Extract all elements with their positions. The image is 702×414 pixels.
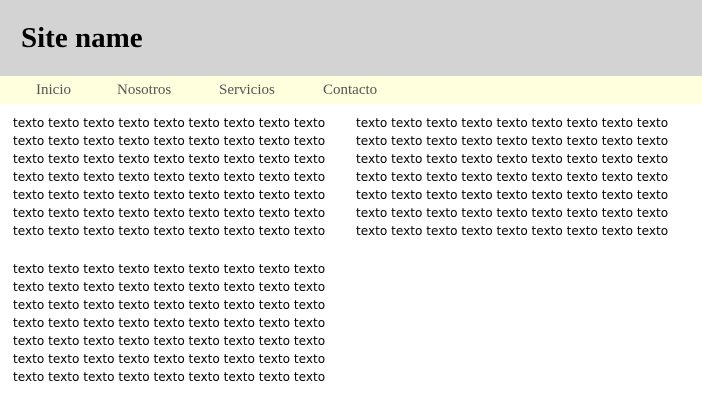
text-block-3: texto texto texto texto texto texto text…: [13, 260, 343, 386]
text-line: texto texto texto texto texto texto text…: [356, 206, 669, 220]
nav-item-contacto[interactable]: Contacto: [323, 81, 377, 99]
text-line: texto texto texto texto texto texto text…: [13, 352, 326, 366]
site-header: Site name: [0, 0, 702, 76]
text-block-2: texto texto texto texto texto texto text…: [356, 114, 686, 240]
text-line: texto texto texto texto texto texto text…: [356, 134, 669, 148]
nav-item-inicio[interactable]: Inicio: [36, 81, 71, 99]
nav-item-nosotros[interactable]: Nosotros: [117, 81, 171, 99]
text-line: texto texto texto texto texto texto text…: [13, 316, 326, 330]
text-line: texto texto texto texto texto texto text…: [356, 116, 669, 130]
text-line: texto texto texto texto texto texto text…: [13, 134, 326, 148]
text-line: texto texto texto texto texto texto text…: [13, 370, 326, 384]
text-line: texto texto texto texto texto texto text…: [13, 116, 326, 130]
text-line: texto texto texto texto texto texto text…: [13, 188, 326, 202]
nav-item-servicios[interactable]: Servicios: [219, 81, 275, 99]
text-line: texto texto texto texto texto texto text…: [13, 152, 326, 166]
text-line: texto texto texto texto texto texto text…: [356, 152, 669, 166]
text-line: texto texto texto texto texto texto text…: [13, 170, 326, 184]
site-name: Site name: [21, 22, 143, 54]
text-line: texto texto texto texto texto texto text…: [356, 224, 669, 238]
main-nav: Inicio Nosotros Servicios Contacto: [0, 76, 702, 104]
text-block-1: texto texto texto texto texto texto text…: [13, 114, 343, 240]
text-line: texto texto texto texto texto texto text…: [13, 206, 326, 220]
text-line: texto texto texto texto texto texto text…: [13, 280, 326, 294]
text-line: texto texto texto texto texto texto text…: [13, 262, 326, 276]
text-line: texto texto texto texto texto texto text…: [13, 224, 326, 238]
text-line: texto texto texto texto texto texto text…: [13, 334, 326, 348]
text-line: texto texto texto texto texto texto text…: [13, 298, 326, 312]
text-line: texto texto texto texto texto texto text…: [356, 170, 669, 184]
text-line: texto texto texto texto texto texto text…: [356, 188, 669, 202]
